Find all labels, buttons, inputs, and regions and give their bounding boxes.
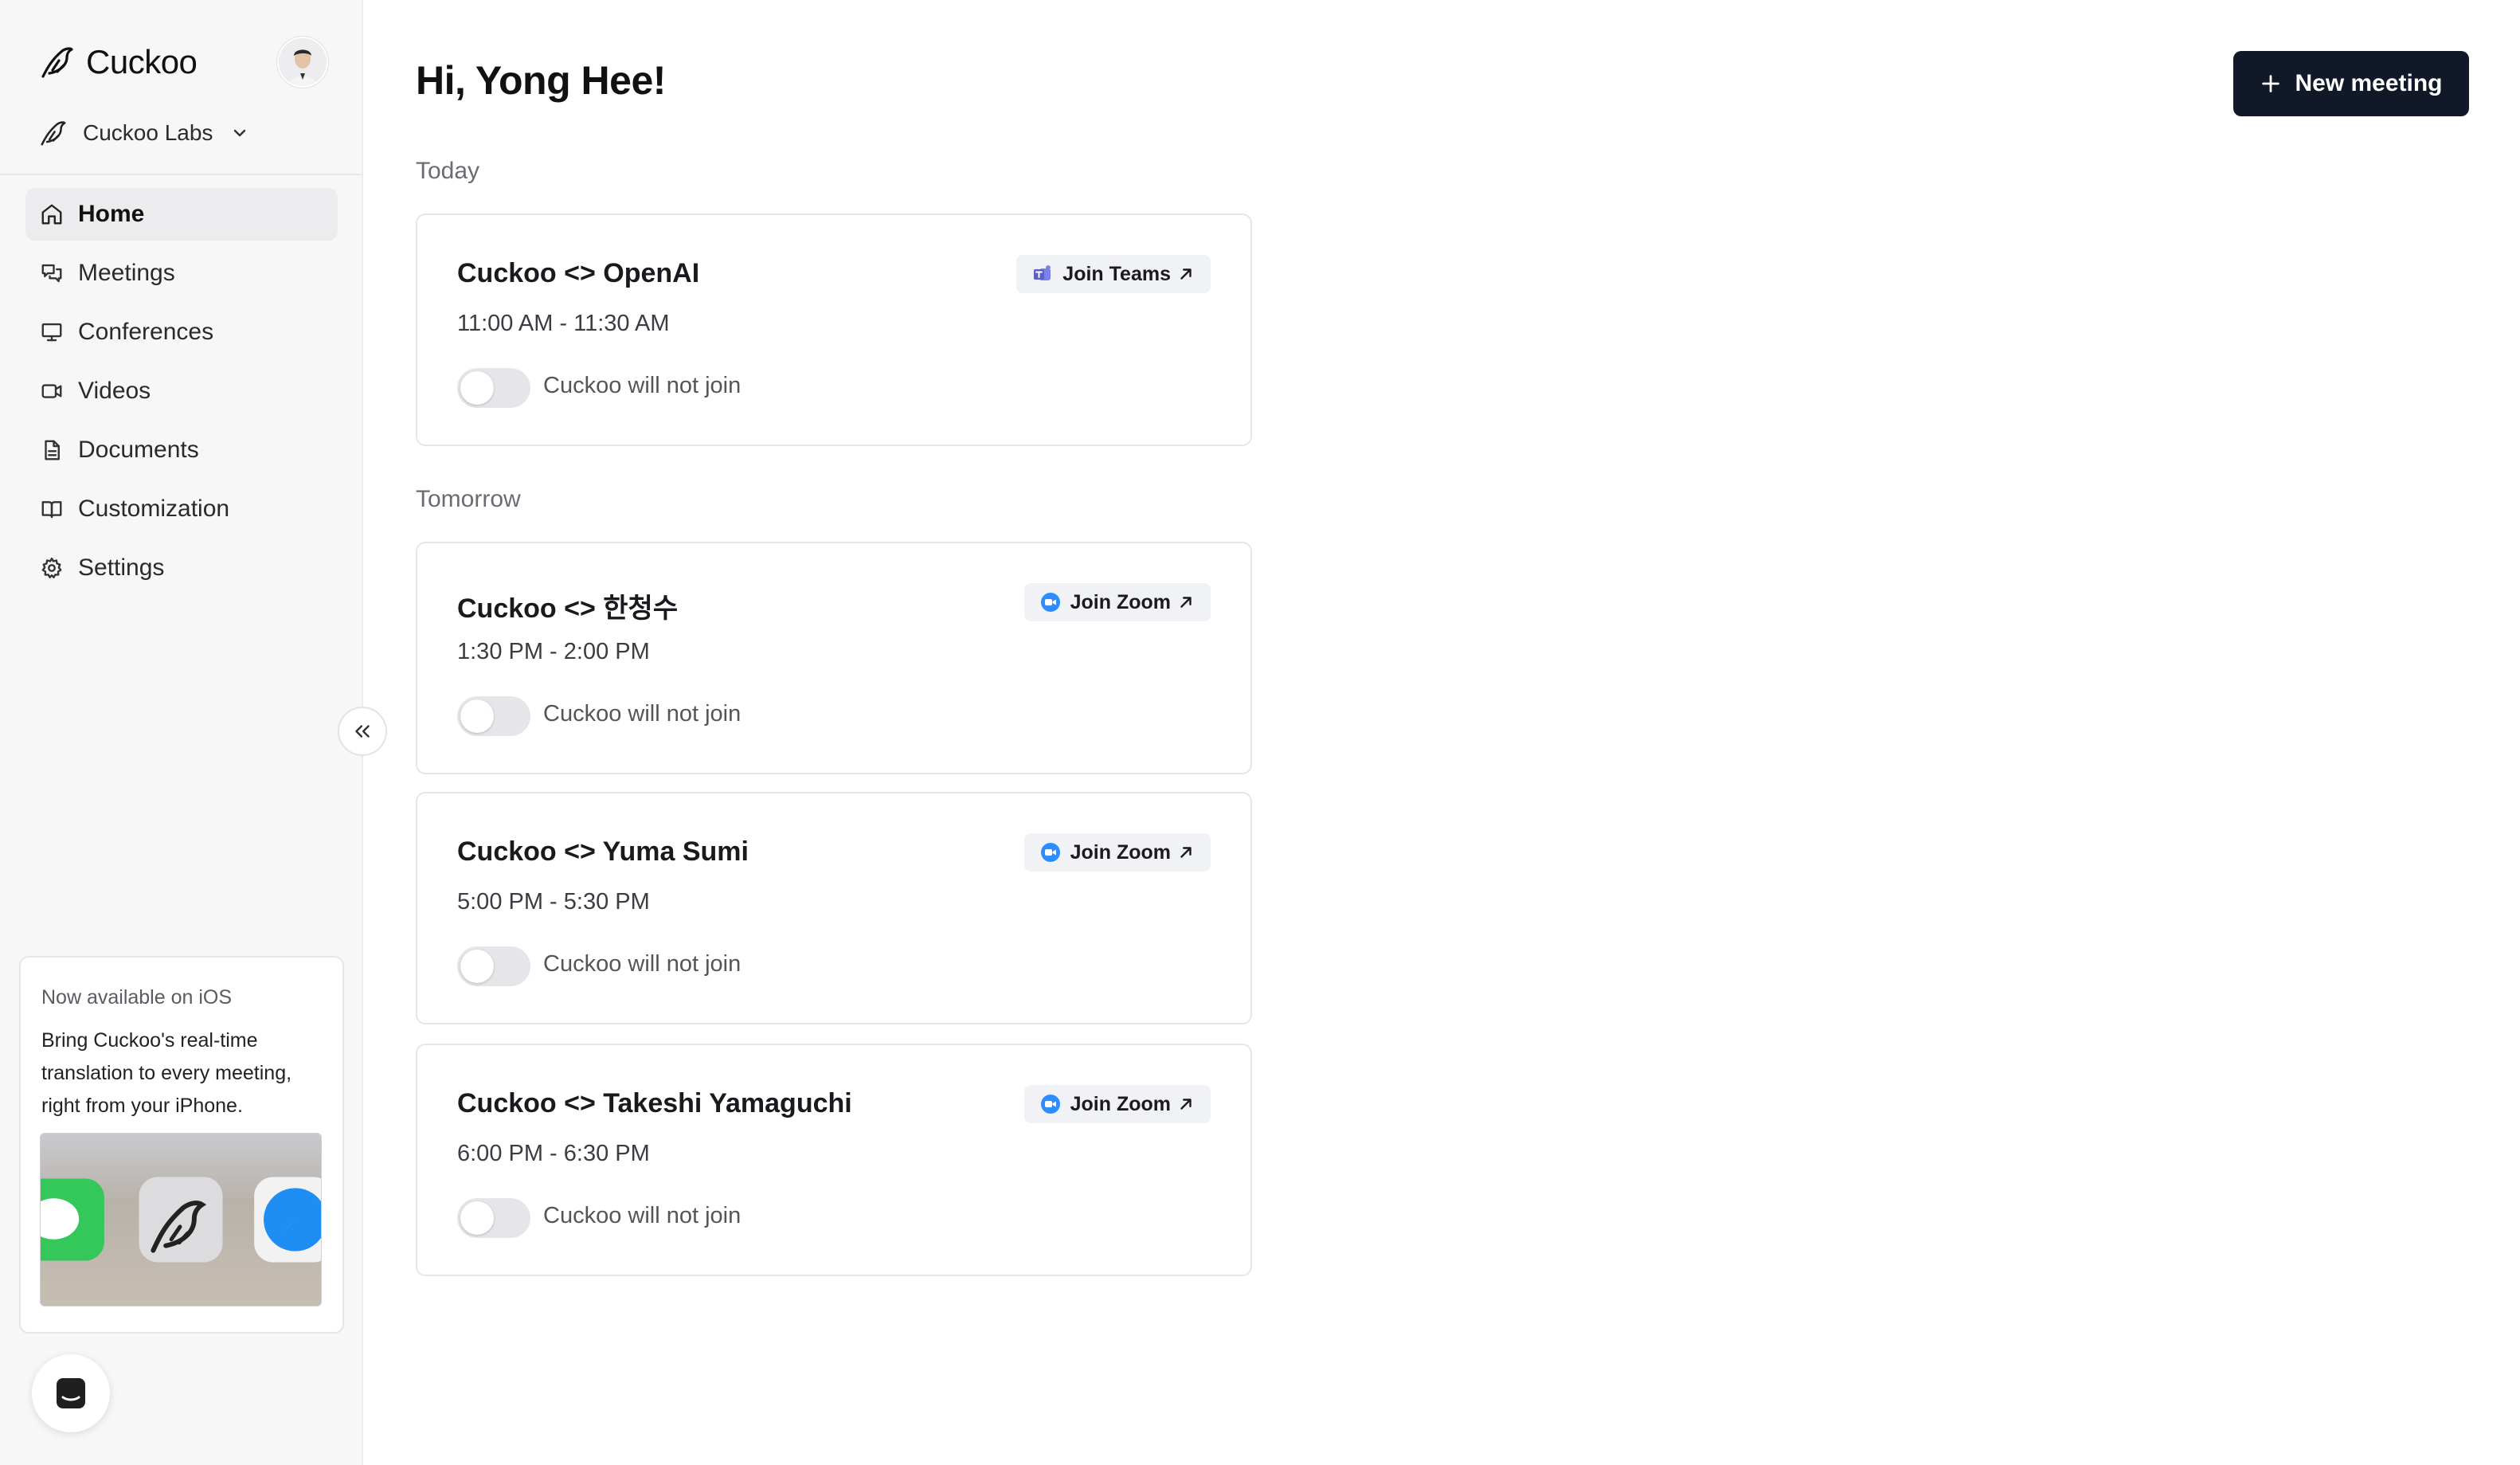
collapse-sidebar-button[interactable]	[338, 707, 387, 756]
meeting-time: 1:30 PM - 2:00 PM	[457, 639, 650, 664]
home-icon	[41, 204, 62, 225]
meeting-time: 11:00 AM - 11:30 AM	[457, 311, 670, 336]
meeting-title: Cuckoo <> Takeshi Yamaguchi	[457, 1088, 852, 1118]
meeting-time: 6:00 PM - 6:30 PM	[457, 1141, 650, 1166]
join-label: Join Zoom	[1070, 590, 1171, 613]
cuckoo-join-toggle[interactable]	[457, 696, 530, 736]
sidebar-divider	[0, 174, 363, 175]
app-name: Cuckoo	[86, 43, 198, 80]
promo-image	[40, 1133, 322, 1306]
sidebar: Cuckoo Cuckoo Labs Home Meetings Confere…	[0, 0, 363, 1465]
sidebar-item-label: Home	[78, 201, 145, 227]
arrow-up-right-icon	[1180, 1099, 1192, 1110]
chat-icon	[57, 1378, 85, 1408]
teams-icon	[1034, 265, 1051, 280]
book-icon	[41, 501, 62, 519]
join-zoom-button[interactable]: Join Zoom	[1023, 833, 1211, 872]
org-logo-icon	[41, 121, 66, 146]
app-root: Cuckoo Cuckoo Labs Home Meetings Confere…	[0, 0, 2520, 1465]
plus-icon	[2262, 75, 2280, 92]
sidebar-item-meetings[interactable]: Meetings	[25, 247, 338, 300]
arrow-up-right-icon	[1180, 268, 1192, 280]
meeting-time: 5:00 PM - 5:30 PM	[457, 889, 650, 915]
video-icon	[41, 384, 62, 398]
gear-icon	[41, 557, 62, 578]
arrow-up-right-icon	[1180, 597, 1192, 608]
org-name: Cuckoo Labs	[83, 120, 213, 145]
meeting-card: Cuckoo <> OpenAI 11:00 AM - 11:30 AM Joi…	[416, 213, 1252, 446]
sidebar-item-label: Videos	[78, 378, 151, 404]
section-label-today: Today	[416, 158, 480, 184]
join-zoom-button[interactable]: Join Zoom	[1023, 1085, 1211, 1123]
page-title: Hi, Yong Hee!	[416, 58, 666, 103]
toggle-status-label: Cuckoo will not join	[543, 951, 742, 977]
cuckoo-join-toggle[interactable]	[457, 946, 530, 986]
promo-eyebrow: Now available on iOS	[41, 986, 233, 1009]
cuckoo-join-toggle[interactable]	[457, 368, 530, 408]
promo-text: Bring Cuckoo's real-time translation to …	[41, 1029, 292, 1117]
join-label: Join Zoom	[1070, 840, 1171, 864]
brand[interactable]: Cuckoo	[38, 40, 198, 84]
chat-launcher-button[interactable]	[32, 1354, 110, 1432]
toggle-status-label: Cuckoo will not join	[543, 373, 742, 398]
document-icon	[45, 440, 60, 460]
join-zoom-button[interactable]: Join Zoom	[1023, 583, 1211, 621]
cuckoo-logo-icon	[41, 47, 73, 78]
sidebar-item-settings[interactable]: Settings	[25, 542, 338, 594]
meeting-card: Cuckoo <> 한청수 1:30 PM - 2:00 PM Join Zoo…	[416, 542, 1252, 774]
join-teams-button[interactable]: Join Teams	[1016, 255, 1211, 293]
meeting-title: Cuckoo <> OpenAI	[457, 258, 700, 288]
sidebar-item-documents[interactable]: Documents	[25, 424, 338, 476]
avatar[interactable]	[277, 37, 328, 88]
arrow-up-right-icon	[1180, 847, 1192, 858]
sidebar-nav: Home Meetings Conferences Videos Documen…	[25, 188, 338, 601]
zoom-icon	[1040, 593, 1060, 612]
sidebar-item-label: Meetings	[78, 260, 175, 286]
toggle-status-label: Cuckoo will not join	[543, 701, 742, 727]
sidebar-item-videos[interactable]: Videos	[25, 365, 338, 417]
sidebar-item-customization[interactable]: Customization	[25, 483, 338, 535]
ios-promo-card[interactable]: Now available on iOS Bring Cuckoo's real…	[19, 956, 344, 1334]
meetings-icon	[41, 264, 62, 283]
sidebar-item-label: Customization	[78, 496, 230, 522]
sidebar-item-home[interactable]: Home	[25, 188, 338, 241]
toggle-status-label: Cuckoo will not join	[543, 1203, 742, 1228]
meeting-card: Cuckoo <> Yuma Sumi 5:00 PM - 5:30 PM Jo…	[416, 792, 1252, 1024]
zoom-icon	[1040, 843, 1060, 862]
new-meeting-label: New meeting	[2295, 70, 2443, 96]
sidebar-item-conferences[interactable]: Conferences	[25, 306, 338, 358]
cuckoo-join-toggle[interactable]	[457, 1198, 530, 1238]
org-switcher[interactable]: Cuckoo Labs	[38, 118, 249, 148]
meeting-card: Cuckoo <> Takeshi Yamaguchi 6:00 PM - 6:…	[416, 1044, 1252, 1276]
join-label: Join Teams	[1062, 262, 1171, 285]
meeting-title: Cuckoo <> Yuma Sumi	[457, 836, 749, 867]
app-icons-illustration	[41, 1177, 321, 1263]
section-label-tomorrow: Tomorrow	[416, 486, 521, 512]
user-photo-icon	[279, 38, 327, 86]
sidebar-item-label: Conferences	[78, 319, 214, 345]
meeting-title: Cuckoo <> 한청수	[457, 593, 679, 624]
sidebar-item-label: Documents	[78, 437, 199, 463]
new-meeting-button[interactable]: New meeting	[2233, 51, 2469, 116]
zoom-icon	[1040, 1095, 1060, 1114]
chevron-down-icon	[234, 129, 246, 137]
sidebar-item-label: Settings	[78, 554, 165, 581]
join-label: Join Zoom	[1070, 1092, 1171, 1115]
conferences-icon	[41, 323, 62, 342]
chevrons-left-icon	[355, 725, 370, 738]
